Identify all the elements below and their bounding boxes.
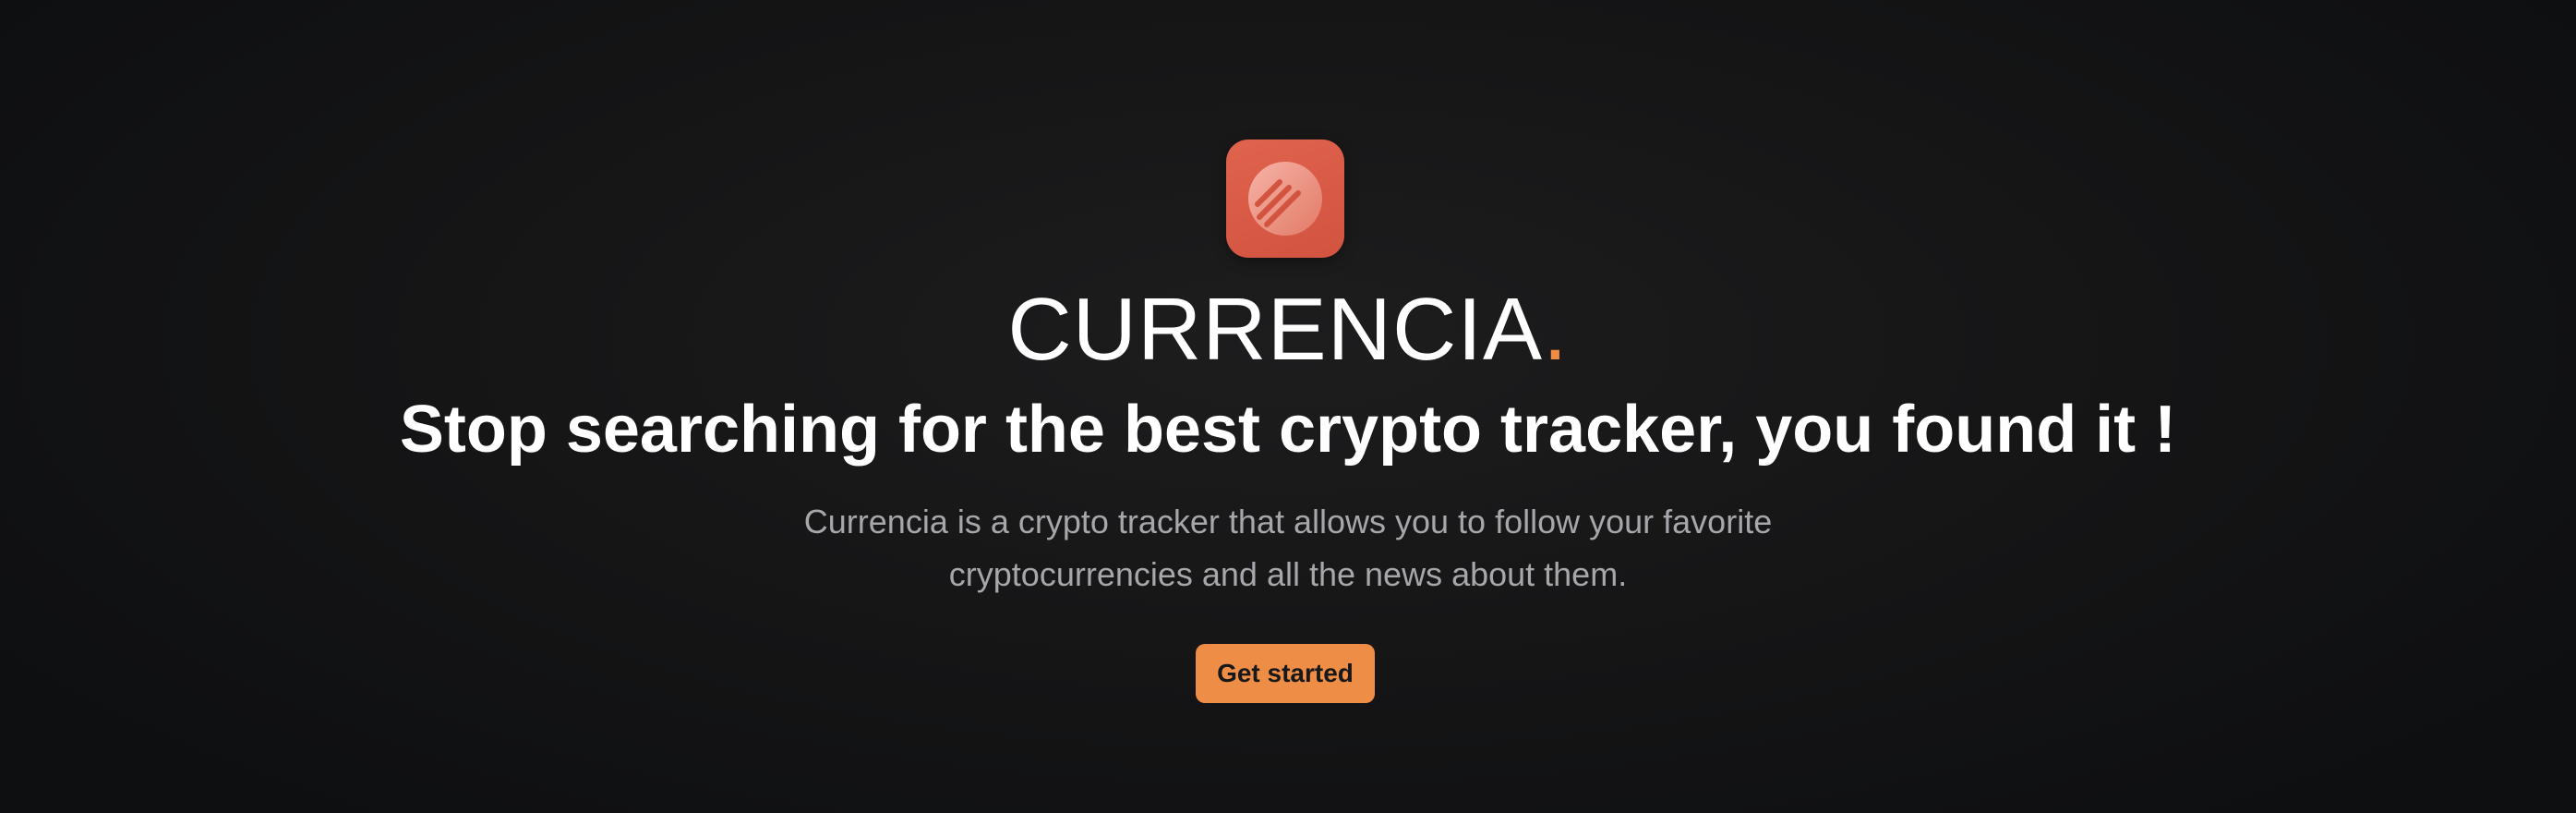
brand-dot: . [1543, 280, 1569, 379]
hero-section: CURRENCIA. Stop searching for the best c… [0, 0, 2576, 813]
hero-headline: Stop searching for the best crypto track… [399, 393, 2177, 467]
brand-name: CURRENCIA [1007, 280, 1544, 379]
currencia-logo-icon [1226, 140, 1344, 258]
brand-title: CURRENCIA. [0, 279, 2576, 381]
get-started-button[interactable]: Get started [1196, 644, 1375, 703]
hero-description: Currencia is a crypto tracker that allow… [803, 503, 1773, 593]
